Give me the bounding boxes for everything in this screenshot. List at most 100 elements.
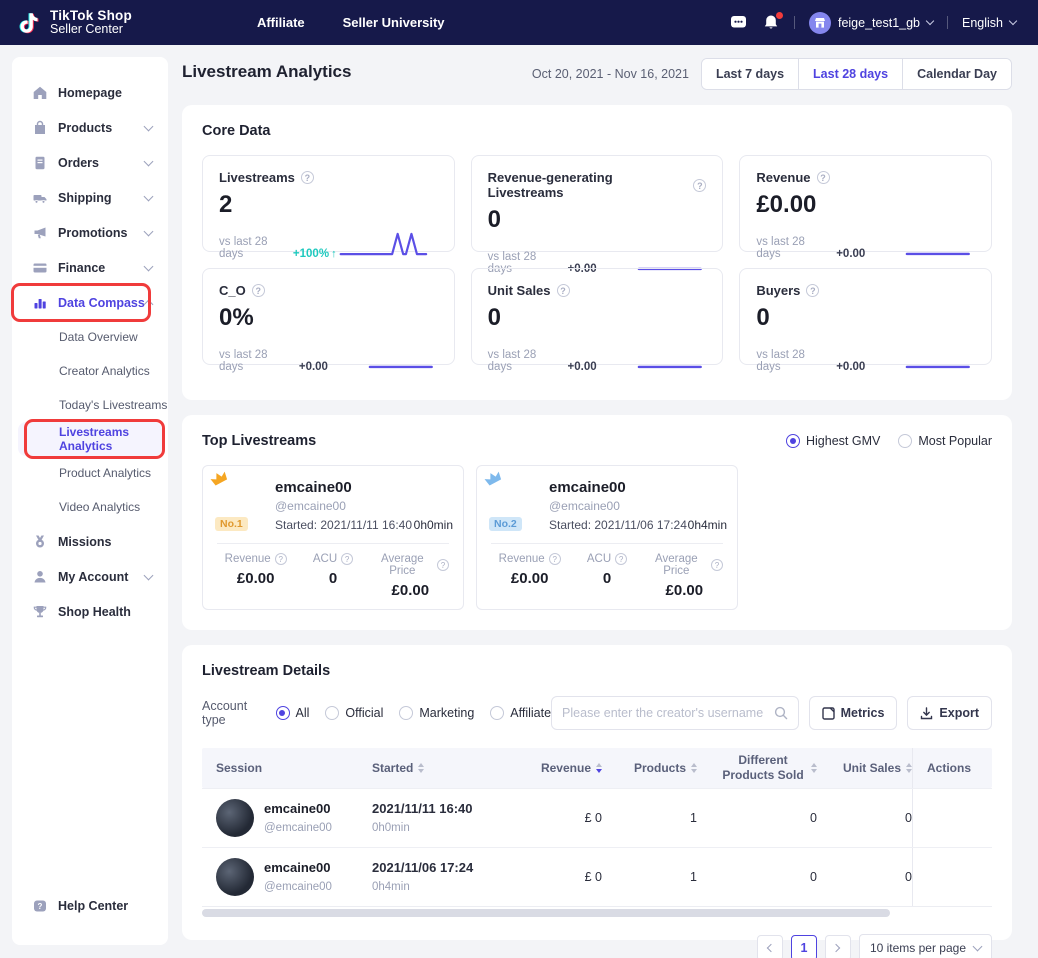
table-row[interactable]: emcaine00@emcaine00 2021/11/06 17:240h4m…: [202, 847, 992, 906]
radio-selected-icon: [276, 706, 290, 720]
sidebar-item-my-account[interactable]: My Account: [12, 559, 168, 594]
svg-text:?: ?: [38, 902, 43, 911]
top-livestreams-panel: Top Livestreams Highest GMV Most Popular…: [182, 415, 1012, 630]
sort-icon[interactable]: [418, 763, 424, 773]
sidebar-item-orders[interactable]: Orders: [12, 145, 168, 180]
chevron-down-icon: [144, 570, 154, 580]
radio-highest-gmv[interactable]: Highest GMV: [786, 434, 880, 448]
crown-icon: [208, 468, 230, 489]
radio-icon: [399, 706, 413, 720]
sidebar-subitem-data-overview[interactable]: Data Overview: [12, 320, 168, 354]
home-icon: [32, 85, 48, 101]
metric-change: +100%: [293, 248, 329, 260]
info-icon[interactable]: [817, 171, 830, 184]
notifications-bell-icon[interactable]: [762, 14, 780, 32]
messages-icon[interactable]: [730, 14, 748, 32]
last-28-days-button[interactable]: Last 28 days: [798, 59, 902, 89]
info-icon[interactable]: [557, 284, 570, 297]
sidebar-subitem-livestreams-analytics[interactable]: Livestreams Analytics: [18, 422, 162, 456]
sidebar-item-finance[interactable]: Finance: [12, 250, 168, 285]
info-icon[interactable]: [437, 559, 449, 571]
sidebar-item-promotions[interactable]: Promotions: [12, 215, 168, 250]
table-row[interactable]: emcaine00@emcaine00 2021/11/11 16:400h0m…: [202, 788, 992, 847]
date-range-label: Oct 20, 2021 - Nov 16, 2021: [532, 67, 689, 81]
top-livestream-card-2[interactable]: No.2 emcaine00 @emcaine00 Started: 2021/…: [476, 465, 738, 610]
core-data-panel: Core Data Livestreams 2 vs last 28 days …: [182, 105, 1012, 400]
account-type-label: Account type: [202, 699, 262, 727]
column-header-unit-sales[interactable]: Unit Sales: [817, 761, 912, 775]
column-header-started[interactable]: Started: [372, 761, 522, 775]
credit-card-icon: [32, 260, 48, 276]
sparkline-chart: [328, 341, 438, 373]
rank-badge: No.1: [215, 517, 248, 531]
started-label: Started: 2021/11/06 17:24: [549, 518, 687, 532]
language-selector[interactable]: English: [962, 16, 1016, 30]
sidebar-subitem-product-analytics[interactable]: Product Analytics: [12, 456, 168, 490]
metric-card-buyers: Buyers 0 vs last 28 days +0.00: [739, 268, 992, 365]
creator-handle: @emcaine00: [264, 881, 332, 893]
info-icon[interactable]: [275, 553, 287, 565]
creator-name: emcaine00: [549, 479, 727, 496]
info-icon[interactable]: [711, 559, 723, 571]
sparkline-chart: [865, 228, 975, 260]
horizontal-scrollbar[interactable]: [202, 909, 890, 917]
radio-account-type-official[interactable]: Official: [325, 706, 383, 720]
sidebar-item-products[interactable]: Products: [12, 110, 168, 145]
last-7-days-button[interactable]: Last 7 days: [702, 59, 798, 89]
info-icon[interactable]: [549, 553, 561, 565]
sidebar-item-data-compass[interactable]: Data Compass: [12, 285, 168, 320]
sidebar-item-missions[interactable]: Missions: [12, 524, 168, 559]
info-icon[interactable]: [615, 553, 627, 565]
radio-account-type-marketing[interactable]: Marketing: [399, 706, 474, 720]
metrics-button[interactable]: Metrics: [809, 696, 898, 730]
bag-icon: [32, 120, 48, 136]
column-header-different-products-sold[interactable]: Different Products Sold: [697, 753, 817, 783]
column-header-products[interactable]: Products: [602, 761, 697, 775]
actions-cell: [912, 789, 992, 847]
customize-metrics-icon: [822, 707, 835, 720]
export-button[interactable]: Export: [907, 696, 992, 730]
info-icon[interactable]: [693, 179, 706, 192]
revenue-value: £0.00: [217, 570, 294, 587]
sidebar-subitem-todays-livestreams[interactable]: Today's Livestreams: [12, 388, 168, 422]
search-icon[interactable]: [774, 706, 788, 720]
logo-line2: Seller Center: [50, 23, 132, 36]
revenue-cell: £ 0: [522, 811, 602, 825]
creator-avatar: [216, 858, 254, 896]
radio-account-type-all[interactable]: All: [276, 706, 310, 720]
radio-account-type-affiliate[interactable]: Affiliate: [490, 706, 551, 720]
creator-search-input[interactable]: [562, 706, 774, 720]
info-icon[interactable]: [341, 553, 353, 565]
calendar-day-button[interactable]: Calendar Day: [902, 59, 1011, 89]
column-header-actions: Actions: [912, 748, 992, 788]
core-data-title: Core Data: [202, 123, 992, 139]
acu-value: 0: [294, 570, 371, 587]
info-icon[interactable]: [252, 284, 265, 297]
top-navbar: TikTok Shop Seller Center Affiliate Sell…: [0, 0, 1038, 45]
current-page-button[interactable]: 1: [791, 935, 817, 958]
sidebar-item-shipping[interactable]: Shipping: [12, 180, 168, 215]
nav-link-affiliate[interactable]: Affiliate: [257, 15, 305, 30]
column-header-revenue[interactable]: Revenue: [522, 761, 602, 775]
sidebar-item-shop-health[interactable]: Shop Health: [12, 594, 168, 629]
sidebar-item-homepage[interactable]: Homepage: [12, 75, 168, 110]
sidebar-item-help-center[interactable]: ? Help Center: [12, 888, 168, 923]
info-icon[interactable]: [806, 284, 819, 297]
next-page-button[interactable]: [825, 935, 851, 958]
metric-card-unit-sales: Unit Sales 0 vs last 28 days +0.00: [471, 268, 724, 365]
info-icon[interactable]: [301, 171, 314, 184]
account-menu[interactable]: feige_test1_gb: [809, 12, 933, 34]
top-livestream-card-1[interactable]: No.1 emcaine00 @emcaine00 Started: 2021/…: [202, 465, 464, 610]
average-price-value: £0.00: [372, 582, 449, 599]
nav-link-seller-university[interactable]: Seller University: [343, 15, 445, 30]
page-size-select[interactable]: 10 items per page: [859, 934, 992, 958]
metric-change: +0.00: [836, 248, 865, 260]
chevron-down-icon: [144, 226, 154, 236]
tiktok-shop-logo[interactable]: TikTok Shop Seller Center: [16, 9, 132, 37]
radio-most-popular[interactable]: Most Popular: [898, 434, 992, 448]
sidebar-subitem-video-analytics[interactable]: Video Analytics: [12, 490, 168, 524]
help-icon: ?: [32, 898, 48, 914]
sidebar-subitem-creator-analytics[interactable]: Creator Analytics: [12, 354, 168, 388]
previous-page-button[interactable]: [757, 935, 783, 958]
actions-cell: [912, 848, 992, 906]
